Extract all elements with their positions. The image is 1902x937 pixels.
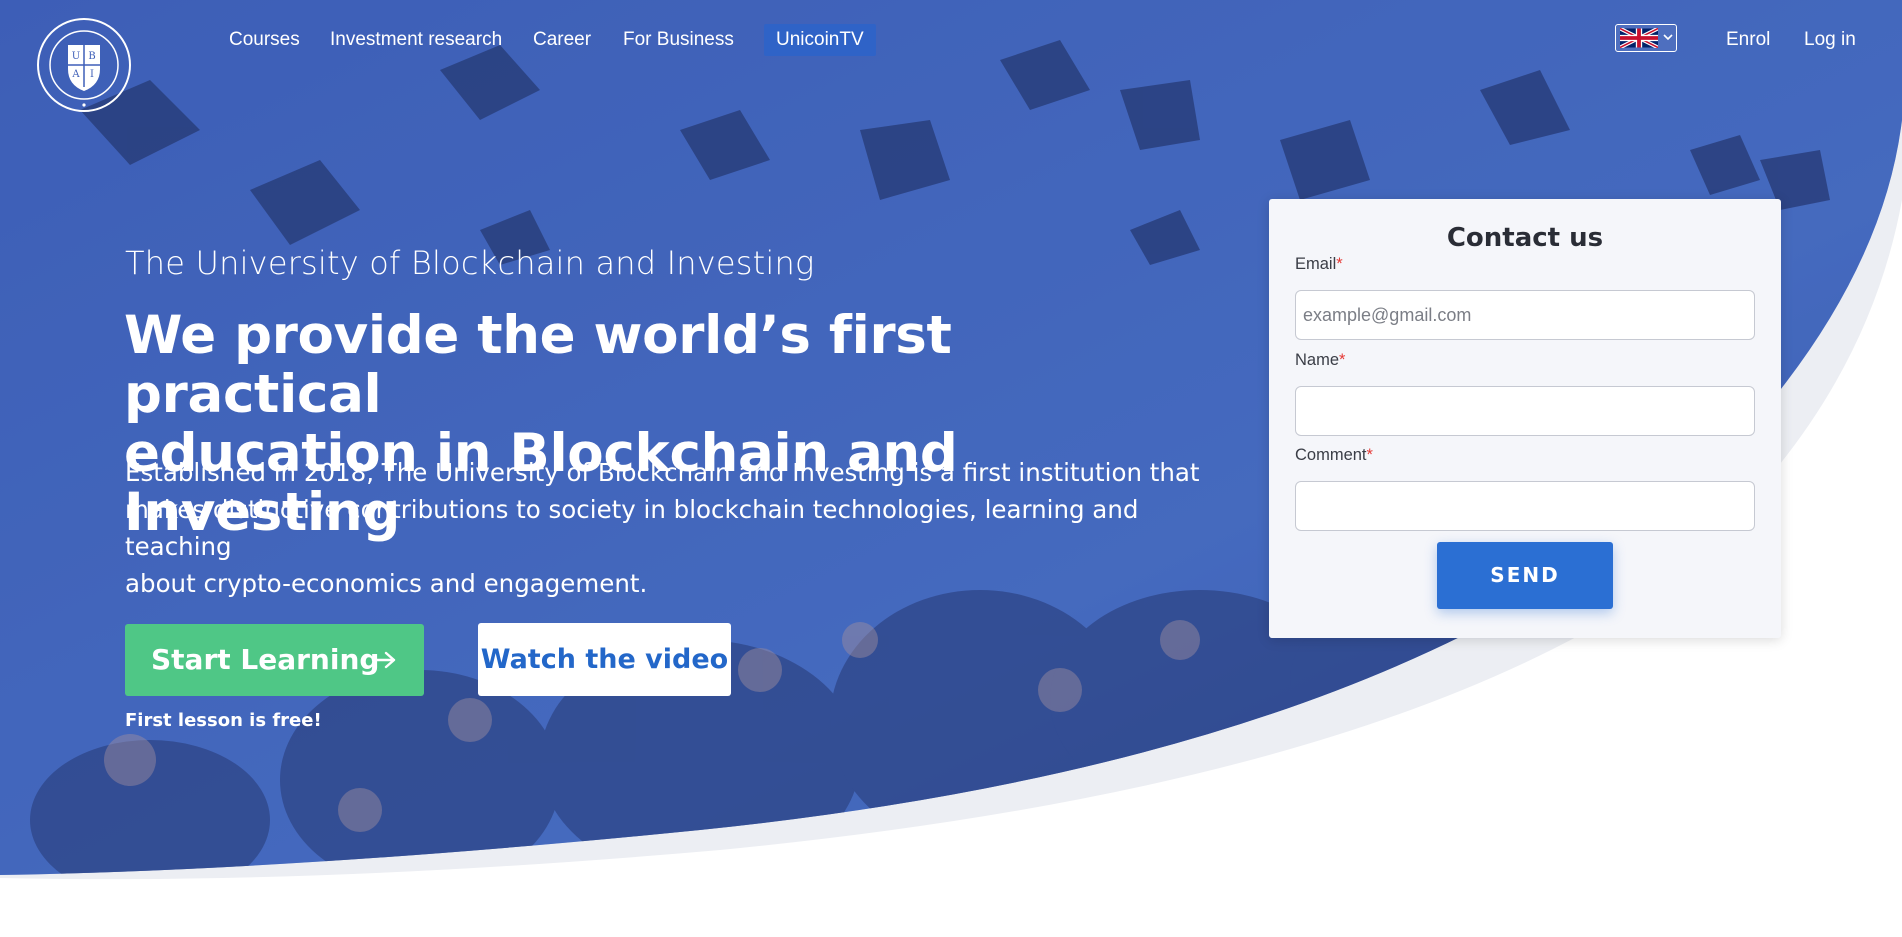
comment-label-text: Comment xyxy=(1295,446,1367,464)
hero-section: U B A I Courses Investment research Care… xyxy=(0,0,1902,937)
start-learning-label: Start Learning xyxy=(151,643,380,676)
send-button[interactable]: SEND xyxy=(1437,542,1613,609)
name-field[interactable] xyxy=(1295,386,1755,436)
contact-form-card: Contact us Email* Name* Comment* SEND xyxy=(1269,199,1781,638)
login-link[interactable]: Log in xyxy=(1804,24,1856,56)
comment-label: Comment* xyxy=(1295,446,1373,465)
comment-field[interactable] xyxy=(1295,481,1755,531)
free-lesson-note: First lesson is free! xyxy=(125,710,322,731)
uk-flag-icon xyxy=(1620,28,1658,48)
hero-description: Established in 2018, The University of B… xyxy=(125,454,1225,602)
required-mark: * xyxy=(1366,446,1373,464)
arrow-right-icon xyxy=(371,651,396,669)
email-label: Email* xyxy=(1295,255,1343,274)
description-line: makes distinctive contributions to socie… xyxy=(125,495,1139,561)
headline-line: We provide the world’s first practical xyxy=(124,305,952,425)
description-line: about crypto-economics and engagement. xyxy=(125,569,648,598)
logo-letter: A xyxy=(71,69,80,80)
start-learning-button[interactable]: Start Learning xyxy=(125,624,424,696)
university-logo[interactable]: U B A I xyxy=(36,17,132,113)
name-label-text: Name xyxy=(1295,351,1340,369)
hero-subtitle: The University of Blockchain and Investi… xyxy=(125,244,815,282)
nav-item-unicointv[interactable]: UnicoinTV xyxy=(764,24,876,56)
nav-item-for-business[interactable]: For Business xyxy=(623,24,734,56)
chevron-down-icon xyxy=(1663,34,1673,41)
logo-letter: B xyxy=(88,51,95,62)
language-selector[interactable] xyxy=(1615,24,1677,52)
nav-item-courses[interactable]: Courses xyxy=(229,24,300,56)
logo-emblem-icon: U B A I xyxy=(37,18,131,112)
watch-video-button[interactable]: Watch the video xyxy=(478,623,731,696)
logo-letter: U xyxy=(72,51,80,62)
description-line: Established in 2018, The University of B… xyxy=(125,458,1200,487)
name-label: Name* xyxy=(1295,351,1345,370)
required-mark: * xyxy=(1339,351,1346,369)
enrol-link[interactable]: Enrol xyxy=(1726,24,1770,56)
contact-title: Contact us xyxy=(1446,223,1604,253)
required-mark: * xyxy=(1336,255,1343,273)
nav-item-investment-research[interactable]: Investment research xyxy=(330,24,502,56)
logo-letter: I xyxy=(90,69,94,80)
nav-item-career[interactable]: Career xyxy=(533,24,591,56)
email-label-text: Email xyxy=(1295,255,1337,273)
email-field[interactable] xyxy=(1295,290,1755,340)
